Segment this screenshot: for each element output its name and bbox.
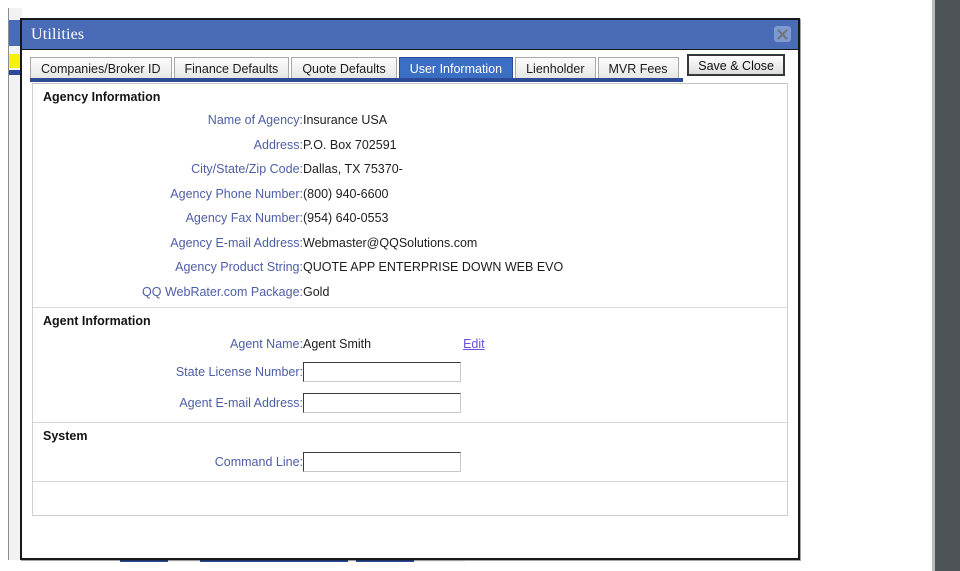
value-agency-product-string: QUOTE APP ENTERPRISE DOWN WEB EVO — [303, 260, 564, 275]
utilities-dialog: Utilities Companies/Broker ID Finance De… — [20, 18, 800, 560]
field-row-agent-email-address: Agent E-mail Address: — [33, 388, 787, 419]
label-agency-phone: Agency Phone Number: — [170, 186, 303, 201]
tab-quote-defaults[interactable]: Quote Defaults — [291, 57, 397, 80]
cell-state-license-number — [303, 357, 787, 388]
value-address: P.O. Box 702591 — [303, 137, 397, 152]
label-webrater-package: QQ WebRater.com Package: — [142, 284, 303, 299]
field-row-webrater-package: QQ WebRater.com Package: Gold — [33, 280, 787, 305]
field-row-state-license-number: State License Number: — [33, 357, 787, 388]
agency-information-heading: Agency Information — [43, 90, 161, 104]
state-license-number-input[interactable] — [303, 362, 461, 382]
section-divider — [33, 480, 787, 482]
field-row-command-line: Command Line: — [33, 447, 787, 478]
label-agency-email: Agency E-mail Address: — [170, 235, 303, 250]
close-button[interactable] — [774, 26, 791, 42]
system-heading: System — [43, 428, 88, 443]
tab-lienholder[interactable]: Lienholder — [515, 57, 596, 80]
value-agent-name: Agent Smith Edit — [303, 332, 787, 357]
label-agent-name: Agent Name: — [230, 337, 303, 352]
command-line-input[interactable] — [303, 452, 461, 472]
tab-finance-defaults[interactable]: Finance Defaults — [173, 57, 290, 80]
label-address: Address: — [253, 137, 303, 152]
field-row-name-of-agency: Name of Agency: Insurance USA — [33, 108, 787, 133]
tab-list: Companies/Broker ID Finance Defaults Quo… — [30, 55, 798, 80]
field-row-agency-phone: Agency Phone Number: (800) 940-6600 — [33, 182, 787, 207]
field-row-agency-email: Agency E-mail Address: Webmaster@QQSolut… — [33, 231, 787, 256]
value-agency-email: Webmaster@QQSolutions.com — [303, 235, 478, 250]
label-name-of-agency: Name of Agency: — [207, 113, 303, 128]
tab-mvr-fees[interactable]: MVR Fees — [597, 57, 679, 80]
label-state-license-number: State License Number: — [175, 365, 303, 379]
agent-information-heading: Agent Information — [43, 314, 151, 328]
field-row-city-state-zip: City/State/Zip Code: Dallas, TX 75370- — [33, 157, 787, 182]
label-city-state-zip: City/State/Zip Code: — [191, 162, 303, 177]
system-fields: Command Line: — [33, 447, 787, 478]
dialog-titlebar: Utilities — [22, 20, 798, 50]
tab-strip: Companies/Broker ID Finance Defaults Quo… — [22, 50, 798, 82]
agent-name-text: Agent Smith — [303, 337, 372, 352]
edit-agent-link[interactable]: Edit — [463, 337, 485, 351]
label-agency-fax: Agency Fax Number: — [185, 211, 303, 226]
value-agency-fax: (954) 640-0553 — [303, 211, 389, 226]
dialog-title: Utilities — [31, 25, 85, 43]
label-agency-product-string: Agency Product String: — [175, 260, 303, 275]
label-command-line: Command Line: — [214, 455, 303, 469]
save-and-close-button[interactable]: Save & Close — [687, 54, 785, 76]
agency-information-fields: Name of Agency: Insurance USA Address: P… — [33, 108, 787, 304]
cell-command-line — [303, 447, 787, 478]
agent-email-address-input[interactable] — [303, 393, 461, 413]
close-x-icon — [777, 28, 788, 40]
value-city-state-zip: Dallas, TX 75370- — [303, 162, 403, 177]
cell-agent-email-address — [303, 388, 787, 419]
value-webrater-package: Gold — [303, 284, 330, 299]
field-row-agency-fax: Agency Fax Number: (954) 640-0553 — [33, 206, 787, 231]
tab-user-information[interactable]: User Information — [398, 57, 514, 80]
label-agent-email-address: Agent E-mail Address: — [179, 396, 303, 410]
field-row-agency-product-string: Agency Product String: QUOTE APP ENTERPR… — [33, 255, 787, 280]
value-agency-phone: (800) 940-6600 — [303, 186, 389, 201]
right-gutter — [935, 0, 960, 571]
agent-information-fields: Agent Name: Agent Smith Edit State Licens… — [33, 332, 787, 419]
page-root: Utilities Companies/Broker ID Finance De… — [0, 0, 960, 571]
user-information-panel: Agency Information Name of Agency: Insur… — [32, 83, 788, 516]
tab-companies-broker-id[interactable]: Companies/Broker ID — [30, 57, 172, 80]
field-row-agent-name: Agent Name: Agent Smith Edit — [33, 332, 787, 357]
tab-strip-underline — [30, 78, 683, 82]
field-row-address: Address: P.O. Box 702591 — [33, 133, 787, 158]
value-name-of-agency: Insurance USA — [303, 113, 388, 128]
